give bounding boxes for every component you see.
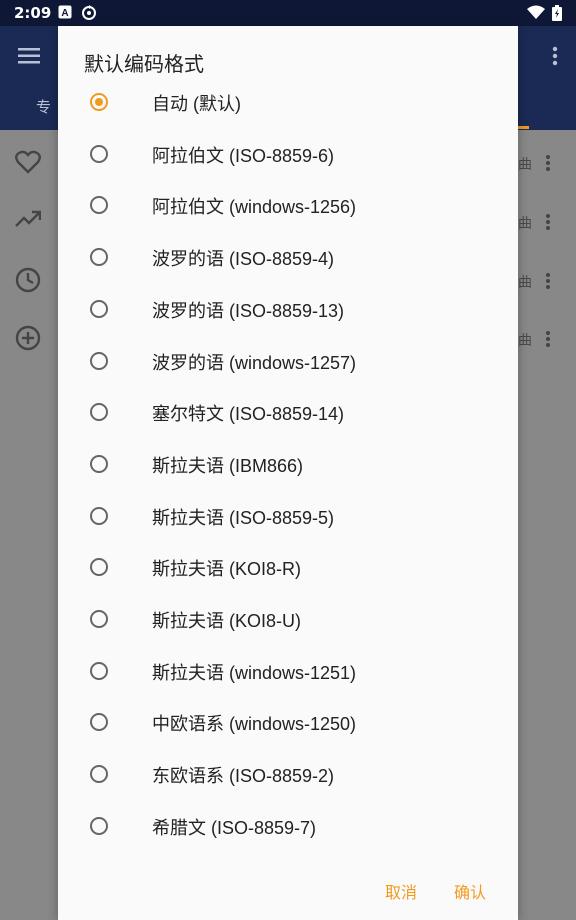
add-circle-icon bbox=[15, 325, 41, 355]
encoding-option-label: 希腊文 (ISO-8859-7) bbox=[152, 817, 317, 838]
encoding-option-label: 自动 (默认) bbox=[152, 94, 241, 114]
encoding-option[interactable]: 希腊文 (ISO-8859-7) bbox=[58, 801, 518, 853]
encoding-option-label: 阿拉伯文 (ISO-8859-6) bbox=[152, 145, 335, 166]
encoding-option-label: 塞尔特文 (ISO-8859-14) bbox=[152, 404, 345, 425]
encoding-option[interactable]: 斯拉夫语 (IBM866) bbox=[58, 439, 518, 491]
radio-unchecked-icon[interactable] bbox=[90, 765, 108, 784]
row-label: 曲 bbox=[518, 333, 532, 349]
radio-unchecked-icon[interactable] bbox=[90, 403, 108, 422]
hamburger-menu-icon[interactable] bbox=[18, 48, 40, 68]
radio-unchecked-icon[interactable] bbox=[90, 454, 108, 473]
encoding-option[interactable]: 中欧语系 (windows-1250) bbox=[58, 697, 518, 749]
wifi-icon bbox=[527, 5, 545, 24]
row-more-icon bbox=[545, 272, 551, 294]
row-label: 曲 bbox=[518, 157, 532, 173]
heart-icon bbox=[15, 150, 41, 178]
battery-icon bbox=[552, 5, 562, 25]
radio-unchecked-icon[interactable] bbox=[90, 816, 108, 835]
radio-unchecked-icon[interactable] bbox=[90, 506, 108, 525]
radio-unchecked-icon[interactable] bbox=[90, 351, 108, 370]
radio-checked-icon[interactable] bbox=[90, 93, 108, 111]
encoding-option[interactable]: 斯拉夫语 (ISO-8859-5) bbox=[58, 491, 518, 543]
encoding-option-label: 波罗的语 (ISO-8859-13) bbox=[152, 300, 345, 321]
encoding-option[interactable]: 斯拉夫语 (windows-1251) bbox=[58, 646, 518, 698]
sync-icon bbox=[81, 5, 97, 25]
encoding-option-label: 波罗的语 (ISO-8859-4) bbox=[152, 249, 335, 270]
tab-left-fragment[interactable]: 专 bbox=[36, 96, 51, 117]
row-more-icon bbox=[545, 154, 551, 176]
encoding-option[interactable]: 阿拉伯文 (windows-1256) bbox=[58, 180, 518, 232]
encoding-option[interactable]: 自动 (默认) bbox=[58, 77, 518, 129]
radio-unchecked-icon[interactable] bbox=[90, 558, 108, 577]
status-bar: 2:09 A bbox=[0, 0, 576, 26]
confirm-button[interactable]: 确认 bbox=[454, 879, 486, 903]
row-label: 曲 bbox=[518, 275, 532, 291]
encoding-option-label: 斯拉夫语 (KOI8-U) bbox=[152, 611, 302, 631]
status-time: 2:09 bbox=[14, 4, 52, 22]
encoding-option-label: 斯拉夫语 (windows-1251) bbox=[152, 662, 357, 683]
encoding-option-label: 中欧语系 (windows-1250) bbox=[152, 714, 357, 735]
encoding-option[interactable]: 波罗的语 (ISO-8859-13) bbox=[58, 284, 518, 336]
radio-unchecked-icon[interactable] bbox=[90, 144, 108, 163]
dialog-title: 默认编码格式 bbox=[84, 52, 204, 76]
encoding-option-label: 东欧语系 (ISO-8859-2) bbox=[152, 766, 335, 787]
cancel-button[interactable]: 取消 bbox=[385, 879, 417, 903]
a-icon: A bbox=[58, 5, 72, 23]
radio-unchecked-icon[interactable] bbox=[90, 661, 108, 680]
encoding-option[interactable]: 波罗的语 (windows-1257) bbox=[58, 336, 518, 388]
encoding-option-label: 斯拉夫语 (KOI8-R) bbox=[152, 559, 302, 580]
encoding-option[interactable]: 东欧语系 (ISO-8859-2) bbox=[58, 749, 518, 801]
radio-unchecked-icon[interactable] bbox=[90, 610, 108, 628]
encoding-option-label: 斯拉夫语 (ISO-8859-5) bbox=[152, 507, 335, 528]
encoding-option[interactable]: 斯拉夫语 (KOI8-U) bbox=[58, 594, 518, 646]
encoding-option[interactable]: 阿拉伯文 (ISO-8859-6) bbox=[58, 129, 518, 181]
clock-icon bbox=[15, 267, 41, 297]
encoding-option[interactable]: 波罗的语 (ISO-8859-4) bbox=[58, 232, 518, 284]
trending-up-icon bbox=[15, 210, 42, 232]
more-vert-icon[interactable] bbox=[552, 46, 558, 70]
radio-unchecked-icon[interactable] bbox=[90, 713, 108, 732]
encoding-option[interactable]: 塞尔特文 (ISO-8859-14) bbox=[58, 387, 518, 439]
encoding-option-label: 斯拉夫语 (IBM866) bbox=[152, 455, 304, 476]
encoding-option[interactable]: 斯拉夫语 (KOI8-R) bbox=[58, 542, 518, 594]
row-more-icon bbox=[545, 213, 551, 235]
radio-unchecked-icon[interactable] bbox=[90, 299, 108, 318]
row-more-icon bbox=[545, 330, 551, 352]
radio-unchecked-icon[interactable] bbox=[90, 196, 108, 215]
encoding-dialog: 默认编码格式 自动 (默认) 阿拉伯文 (ISO-8859-6) 阿拉伯文 (win… bbox=[58, 26, 518, 920]
row-label: 曲 bbox=[518, 216, 532, 232]
encoding-option-label: 阿拉伯文 (windows-1256) bbox=[152, 197, 357, 218]
svg-text:A: A bbox=[61, 8, 68, 19]
radio-unchecked-icon[interactable] bbox=[90, 248, 108, 267]
encoding-option-label: 波罗的语 (windows-1257) bbox=[152, 352, 357, 373]
